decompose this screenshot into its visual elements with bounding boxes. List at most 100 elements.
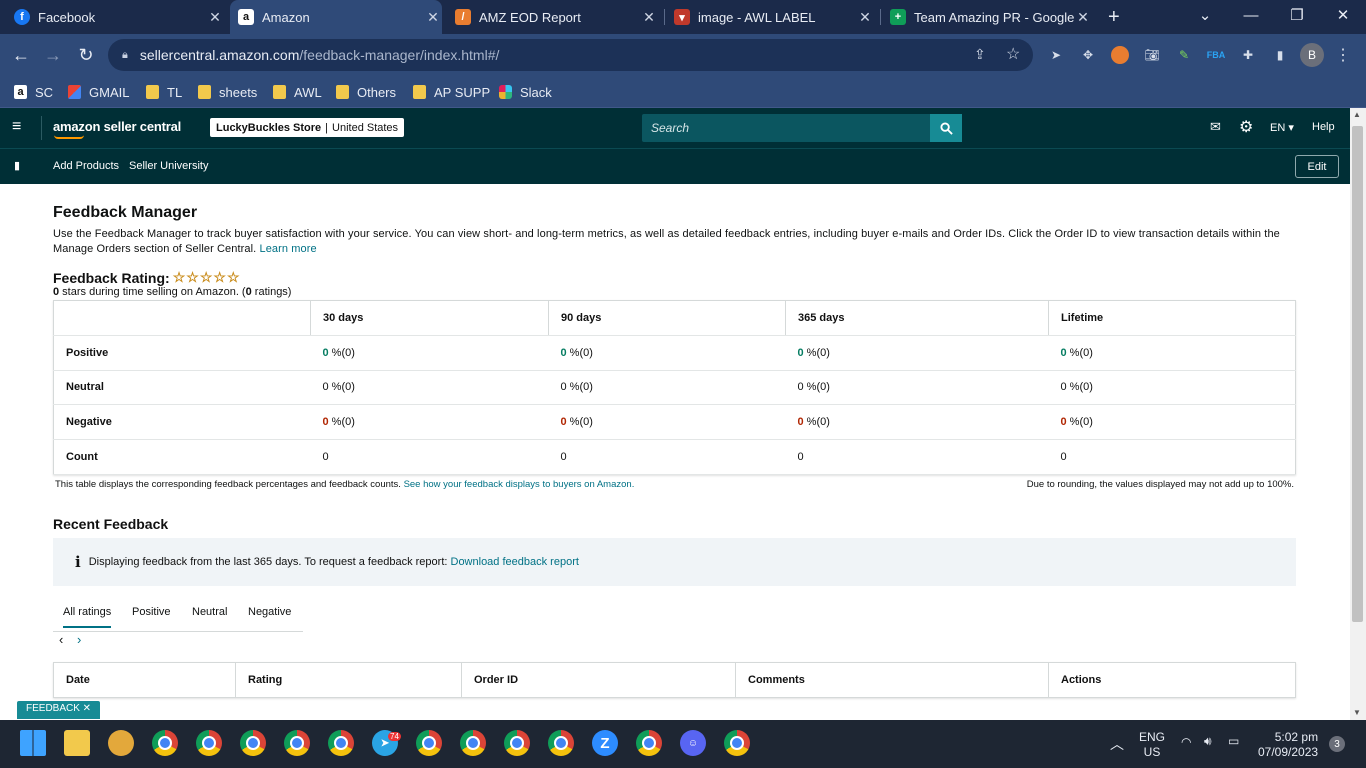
tab-search-chevron-icon[interactable]: ⌄	[1182, 0, 1228, 30]
seller-search-input[interactable]: Search	[642, 114, 962, 142]
bookmark-icon[interactable]: ▮	[14, 159, 20, 172]
see-feedback-display-link[interactable]: See how your feedback displays to buyers…	[404, 479, 635, 490]
extension-puzzle-blue-icon[interactable]: ✥	[1079, 46, 1097, 64]
search-button[interactable]	[930, 114, 962, 142]
chrome-icon[interactable]	[416, 730, 442, 756]
column-header[interactable]: Date	[54, 663, 236, 698]
bookmark-star-icon[interactable]: ☆	[1006, 44, 1020, 64]
forward-icon[interactable]: →	[40, 42, 66, 68]
minimize-button[interactable]: —	[1228, 0, 1274, 30]
chevron-right-icon[interactable]: ›	[77, 632, 81, 647]
restore-button[interactable]: ❐	[1274, 0, 1320, 30]
tab-positive[interactable]: Positive	[132, 606, 171, 618]
side-panel-icon[interactable]: ▮	[1271, 46, 1289, 64]
tab-all-ratings[interactable]: All ratings	[63, 606, 112, 628]
download-report-link[interactable]: Download feedback report	[451, 556, 579, 568]
battery-icon[interactable]: ▭	[1228, 734, 1239, 748]
tab-title: Facebook	[38, 9, 96, 25]
bookmark-ap-supp[interactable]: AP SUPP	[413, 82, 490, 102]
scroll-down-icon[interactable]: ▼	[1353, 708, 1361, 717]
folder-icon	[273, 85, 286, 99]
bookmark-sheets[interactable]: sheets	[198, 82, 257, 102]
close-icon[interactable]: ✕	[1074, 9, 1092, 26]
column-header[interactable]: Rating	[235, 662, 462, 698]
tab-amz-eod-report[interactable]: / AMZ EOD Report ✕	[455, 0, 658, 34]
chrome-icon[interactable]	[460, 730, 486, 756]
column-header[interactable]: Actions	[1048, 662, 1296, 698]
tab-title: image - AWL LABEL	[698, 9, 816, 25]
tab-facebook[interactable]: f Facebook ✕	[14, 0, 224, 34]
scrollbar-thumb[interactable]	[1352, 126, 1363, 622]
bookmark-gmail[interactable]: GMAIL	[68, 82, 129, 102]
bookmark-sc[interactable]: a SC	[14, 82, 53, 102]
windows-start-icon[interactable]	[20, 730, 46, 756]
close-icon[interactable]: ✕	[640, 9, 658, 26]
browser-tab-strip: f Facebook ✕ a Amazon ✕ / AMZ EOD Report…	[0, 0, 1366, 34]
chrome-icon[interactable]	[724, 730, 750, 756]
tab-negative[interactable]: Negative	[248, 606, 291, 618]
bookmark-others[interactable]: Others	[336, 82, 396, 102]
back-icon[interactable]: ←	[8, 42, 34, 68]
zoom-icon[interactable]: Z	[592, 730, 618, 756]
tab-amazon[interactable]: a Amazon ✕	[230, 0, 442, 34]
share-icon[interactable]: ⇪	[974, 46, 986, 63]
tray-chevron-up-icon[interactable]: ︿	[1110, 734, 1124, 754]
file-explorer-icon[interactable]	[64, 730, 90, 756]
wifi-icon[interactable]: ◠	[1181, 735, 1191, 749]
metric-cell: 0	[548, 439, 786, 475]
notifications-badge[interactable]: 3	[1329, 736, 1345, 752]
feedback-tab[interactable]: FEEDBACK ✕	[17, 701, 101, 719]
menu-dots-icon[interactable]: ⋮	[1334, 46, 1352, 64]
learn-more-link[interactable]: Learn more	[259, 243, 316, 255]
extension-orange-icon[interactable]	[1111, 46, 1129, 64]
input-language[interactable]: ENG US	[1139, 730, 1165, 760]
language-selector[interactable]: EN ▾	[1270, 121, 1294, 134]
chrome-icon[interactable]	[196, 730, 222, 756]
metric-cell: 0 %(0)	[1048, 335, 1296, 371]
edit-button[interactable]: Edit	[1295, 155, 1339, 178]
app-icon[interactable]	[108, 730, 134, 756]
metric-cell: 0 %(0)	[1048, 370, 1296, 406]
chrome-profile-icon[interactable]	[152, 730, 178, 756]
fba-icon[interactable]: FBA	[1207, 46, 1226, 64]
clock[interactable]: 5:02 pm 07/09/2023	[1258, 730, 1318, 760]
reload-icon[interactable]: ↻	[73, 42, 99, 68]
mail-icon[interactable]: ✉	[1210, 119, 1221, 135]
chrome-icon[interactable]	[328, 730, 354, 756]
volume-icon[interactable]: 🔊︎	[1204, 734, 1212, 749]
chrome-icon[interactable]	[548, 730, 574, 756]
nav-seller-university[interactable]: Seller University	[129, 160, 208, 172]
hamburger-menu-icon[interactable]: ≡	[12, 118, 21, 136]
help-link[interactable]: Help	[1312, 121, 1335, 133]
close-icon[interactable]: ✕	[206, 9, 224, 26]
bookmark-slack[interactable]: Slack	[499, 82, 552, 102]
extensions-puzzle-icon[interactable]: ✚	[1239, 46, 1257, 64]
pen-icon[interactable]: ✎	[1175, 46, 1193, 64]
tab-awl-label[interactable]: ▾ image - AWL LABEL ✕	[674, 0, 874, 34]
chrome-icon[interactable]	[504, 730, 530, 756]
nav-add-products[interactable]: Add Products	[53, 160, 119, 172]
bookmark-awl[interactable]: AWL	[273, 82, 322, 102]
chrome-icon[interactable]	[240, 730, 266, 756]
chrome-icon[interactable]	[636, 730, 662, 756]
close-icon[interactable]: ✕	[856, 9, 874, 26]
close-window-button[interactable]: ✕	[1320, 0, 1366, 30]
close-icon[interactable]: ✕	[424, 9, 442, 26]
profile-avatar[interactable]: B	[1300, 43, 1324, 67]
column-header[interactable]: Order ID	[461, 662, 736, 698]
address-bar[interactable]: 🔒︎ sellercentral.amazon.com/feedback-man…	[108, 39, 1033, 71]
chevron-left-icon[interactable]: ‹	[59, 632, 63, 647]
seller-central-logo[interactable]: amazon seller central	[53, 119, 181, 134]
tab-team-amazing-pr[interactable]: + Team Amazing PR - Google S ✕	[890, 0, 1092, 34]
extension-arrow-icon[interactable]: ➤	[1047, 46, 1065, 64]
column-header[interactable]: Comments	[735, 662, 1049, 698]
bookmark-tl[interactable]: TL	[146, 82, 182, 102]
tab-neutral[interactable]: Neutral	[192, 606, 227, 618]
camera-icon[interactable]: 📷︎	[1143, 46, 1161, 64]
settings-gear-icon[interactable]: ⚙	[1239, 117, 1253, 137]
store-selector[interactable]: LuckyBuckles Store | United States	[210, 118, 405, 137]
scroll-up-icon[interactable]: ▲	[1353, 110, 1361, 119]
new-tab-button[interactable]: +	[1108, 0, 1132, 34]
chrome-icon[interactable]	[284, 730, 310, 756]
discord-icon[interactable]: ☺	[680, 730, 706, 756]
